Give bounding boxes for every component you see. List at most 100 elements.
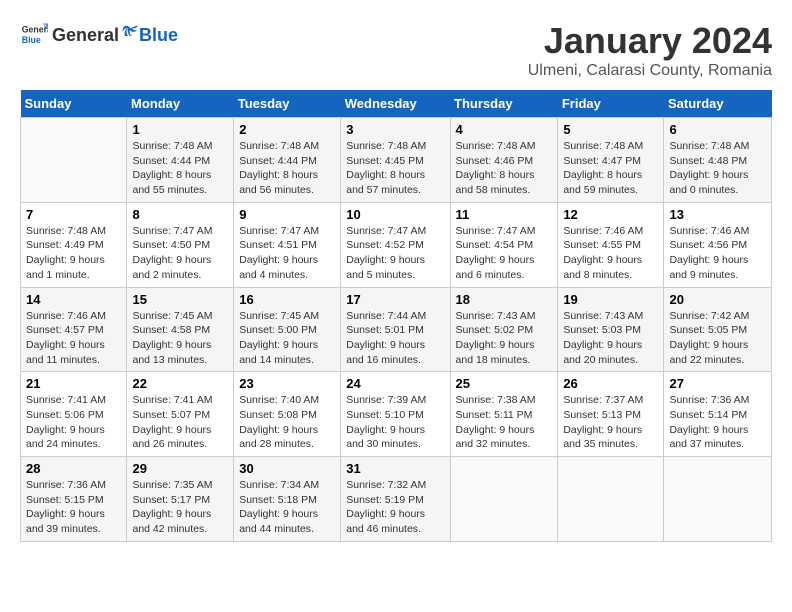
calendar-cell: 14 Sunrise: 7:46 AM Sunset: 4:57 PM Dayli… xyxy=(21,287,127,372)
day-number: 22 xyxy=(132,376,228,391)
day-number: 24 xyxy=(346,376,444,391)
calendar-cell: 21Sunrise: 7:41 AM Sunset: 5:06 PM Dayli… xyxy=(21,372,127,457)
calendar-cell: 23 Sunrise: 7:40 AM Sunset: 5:08 PM Dayli… xyxy=(234,372,341,457)
calendar-cell: 28 Sunrise: 7:36 AM Sunset: 5:15 PM Dayli… xyxy=(21,457,127,542)
calendar-cell: 6 Sunrise: 7:48 AM Sunset: 4:48 PM Daylig… xyxy=(664,118,772,203)
day-header-wednesday: Wednesday xyxy=(341,90,450,118)
day-info: Sunrise: 7:36 AM Sunset: 5:15 PM Dayligh… xyxy=(26,479,106,535)
day-number: 17 xyxy=(346,292,444,307)
day-number: 21 xyxy=(26,376,121,391)
calendar-cell: 25 Sunrise: 7:38 AM Sunset: 5:11 PM Dayli… xyxy=(450,372,558,457)
day-info: Sunrise: 7:48 AM Sunset: 4:48 PM Dayligh… xyxy=(669,140,749,196)
day-info: Sunrise: 7:47 AM Sunset: 4:50 PM Dayligh… xyxy=(132,225,212,281)
day-number: 18 xyxy=(456,292,553,307)
calendar-cell: 29Sunrise: 7:35 AM Sunset: 5:17 PM Dayli… xyxy=(127,457,234,542)
week-row-1: 1Sunrise: 7:48 AM Sunset: 4:44 PM Daylig… xyxy=(21,118,772,203)
day-header-thursday: Thursday xyxy=(450,90,558,118)
day-info: Sunrise: 7:41 AM Sunset: 5:07 PM Dayligh… xyxy=(132,394,212,450)
day-number: 30 xyxy=(239,461,335,476)
day-info: Sunrise: 7:42 AM Sunset: 5:05 PM Dayligh… xyxy=(669,310,749,366)
main-title: January 2024 xyxy=(528,20,772,62)
calendar-cell: 20Sunrise: 7:42 AM Sunset: 5:05 PM Dayli… xyxy=(664,287,772,372)
day-number: 8 xyxy=(132,207,228,222)
calendar-cell: 4Sunrise: 7:48 AM Sunset: 4:46 PM Daylig… xyxy=(450,118,558,203)
day-number: 9 xyxy=(239,207,335,222)
logo-icon: General Blue xyxy=(20,20,48,48)
day-number: 7 xyxy=(26,207,121,222)
day-number: 15 xyxy=(132,292,228,307)
day-number: 12 xyxy=(563,207,658,222)
calendar-cell xyxy=(450,457,558,542)
calendar-cell: 3 Sunrise: 7:48 AM Sunset: 4:45 PM Daylig… xyxy=(341,118,450,203)
day-info: Sunrise: 7:43 AM Sunset: 5:03 PM Dayligh… xyxy=(563,310,643,366)
calendar-cell xyxy=(21,118,127,203)
day-info: Sunrise: 7:48 AM Sunset: 4:47 PM Dayligh… xyxy=(563,140,643,196)
day-header-friday: Friday xyxy=(558,90,664,118)
header-row: SundayMondayTuesdayWednesdayThursdayFrid… xyxy=(21,90,772,118)
calendar-cell: 5Sunrise: 7:48 AM Sunset: 4:47 PM Daylig… xyxy=(558,118,664,203)
subtitle: Ulmeni, Calarasi County, Romania xyxy=(528,62,772,80)
week-row-3: 14 Sunrise: 7:46 AM Sunset: 4:57 PM Dayli… xyxy=(21,287,772,372)
calendar-cell: 2 Sunrise: 7:48 AM Sunset: 4:44 PM Daylig… xyxy=(234,118,341,203)
calendar-cell: 7 Sunrise: 7:48 AM Sunset: 4:49 PM Daylig… xyxy=(21,202,127,287)
day-number: 14 xyxy=(26,292,121,307)
calendar-cell: 24 Sunrise: 7:39 AM Sunset: 5:10 PM Dayli… xyxy=(341,372,450,457)
day-info: Sunrise: 7:36 AM Sunset: 5:14 PM Dayligh… xyxy=(669,394,749,450)
day-number: 28 xyxy=(26,461,121,476)
day-info: Sunrise: 7:32 AM Sunset: 5:19 PM Dayligh… xyxy=(346,479,426,535)
day-info: Sunrise: 7:46 AM Sunset: 4:56 PM Dayligh… xyxy=(669,225,749,281)
logo-blue-text: Blue xyxy=(139,25,178,46)
day-info: Sunrise: 7:46 AM Sunset: 4:57 PM Dayligh… xyxy=(26,310,106,366)
day-info: Sunrise: 7:46 AM Sunset: 4:55 PM Dayligh… xyxy=(563,225,643,281)
calendar-table: SundayMondayTuesdayWednesdayThursdayFrid… xyxy=(20,90,772,542)
day-info: Sunrise: 7:38 AM Sunset: 5:11 PM Dayligh… xyxy=(456,394,536,450)
day-header-tuesday: Tuesday xyxy=(234,90,341,118)
day-info: Sunrise: 7:39 AM Sunset: 5:10 PM Dayligh… xyxy=(346,394,426,450)
day-number: 19 xyxy=(563,292,658,307)
day-info: Sunrise: 7:40 AM Sunset: 5:08 PM Dayligh… xyxy=(239,394,319,450)
calendar-cell: 26Sunrise: 7:37 AM Sunset: 5:13 PM Dayli… xyxy=(558,372,664,457)
calendar-cell: 22 Sunrise: 7:41 AM Sunset: 5:07 PM Dayli… xyxy=(127,372,234,457)
day-header-saturday: Saturday xyxy=(664,90,772,118)
day-number: 6 xyxy=(669,122,766,137)
day-info: Sunrise: 7:48 AM Sunset: 4:45 PM Dayligh… xyxy=(346,140,426,196)
svg-text:Blue: Blue xyxy=(22,35,41,45)
day-number: 3 xyxy=(346,122,444,137)
calendar-cell: 30 Sunrise: 7:34 AM Sunset: 5:18 PM Dayli… xyxy=(234,457,341,542)
calendar-cell: 8 Sunrise: 7:47 AM Sunset: 4:50 PM Daylig… xyxy=(127,202,234,287)
calendar-cell xyxy=(664,457,772,542)
day-info: Sunrise: 7:47 AM Sunset: 4:54 PM Dayligh… xyxy=(456,225,536,281)
calendar-cell: 9 Sunrise: 7:47 AM Sunset: 4:51 PM Daylig… xyxy=(234,202,341,287)
day-info: Sunrise: 7:47 AM Sunset: 4:51 PM Dayligh… xyxy=(239,225,319,281)
day-info: Sunrise: 7:44 AM Sunset: 5:01 PM Dayligh… xyxy=(346,310,426,366)
day-number: 11 xyxy=(456,207,553,222)
logo-general-text: General xyxy=(52,25,119,46)
day-info: Sunrise: 7:45 AM Sunset: 5:00 PM Dayligh… xyxy=(239,310,319,366)
calendar-cell: 17 Sunrise: 7:44 AM Sunset: 5:01 PM Dayli… xyxy=(341,287,450,372)
day-number: 25 xyxy=(456,376,553,391)
calendar-cell: 1Sunrise: 7:48 AM Sunset: 4:44 PM Daylig… xyxy=(127,118,234,203)
calendar-cell: 16Sunrise: 7:45 AM Sunset: 5:00 PM Dayli… xyxy=(234,287,341,372)
day-number: 10 xyxy=(346,207,444,222)
day-number: 23 xyxy=(239,376,335,391)
calendar-cell: 19 Sunrise: 7:43 AM Sunset: 5:03 PM Dayli… xyxy=(558,287,664,372)
day-header-sunday: Sunday xyxy=(21,90,127,118)
day-info: Sunrise: 7:34 AM Sunset: 5:18 PM Dayligh… xyxy=(239,479,319,535)
day-info: Sunrise: 7:45 AM Sunset: 4:58 PM Dayligh… xyxy=(132,310,212,366)
day-info: Sunrise: 7:43 AM Sunset: 5:02 PM Dayligh… xyxy=(456,310,536,366)
calendar-cell: 27 Sunrise: 7:36 AM Sunset: 5:14 PM Dayli… xyxy=(664,372,772,457)
day-info: Sunrise: 7:35 AM Sunset: 5:17 PM Dayligh… xyxy=(132,479,212,535)
day-number: 4 xyxy=(456,122,553,137)
day-number: 27 xyxy=(669,376,766,391)
day-number: 2 xyxy=(239,122,335,137)
day-info: Sunrise: 7:48 AM Sunset: 4:49 PM Dayligh… xyxy=(26,225,106,281)
header: General Blue General Blue January 2024 U… xyxy=(20,20,772,80)
day-header-monday: Monday xyxy=(127,90,234,118)
calendar-cell: 10 Sunrise: 7:47 AM Sunset: 4:52 PM Dayli… xyxy=(341,202,450,287)
week-row-5: 28 Sunrise: 7:36 AM Sunset: 5:15 PM Dayli… xyxy=(21,457,772,542)
calendar-cell: 15 Sunrise: 7:45 AM Sunset: 4:58 PM Dayli… xyxy=(127,287,234,372)
calendar-cell: 11 Sunrise: 7:47 AM Sunset: 4:54 PM Dayli… xyxy=(450,202,558,287)
calendar-cell xyxy=(558,457,664,542)
day-info: Sunrise: 7:47 AM Sunset: 4:52 PM Dayligh… xyxy=(346,225,426,281)
day-info: Sunrise: 7:48 AM Sunset: 4:44 PM Dayligh… xyxy=(239,140,319,196)
